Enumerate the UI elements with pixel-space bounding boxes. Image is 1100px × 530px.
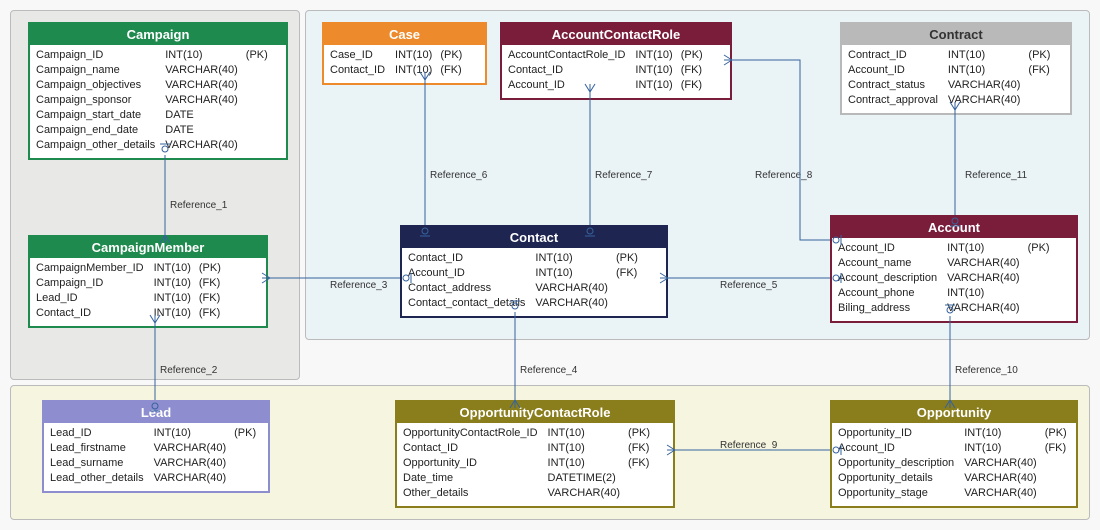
- ref-label-1: Reference_1: [170, 200, 227, 211]
- ref-label-2: Reference_2: [160, 365, 217, 376]
- entity-title: Case: [324, 24, 485, 45]
- entity-contract[interactable]: Contract Contract_IDAccount_IDContract_s…: [840, 22, 1072, 115]
- ref-label-5: Reference_5: [720, 280, 777, 291]
- entity-campaign[interactable]: Campaign Campaign_IDCampaign_nameCampaig…: [28, 22, 288, 160]
- entity-fields: Account_IDAccount_nameAccount_descriptio…: [832, 238, 1076, 321]
- entity-accountcontactrole[interactable]: AccountContactRole AccountContactRole_ID…: [500, 22, 732, 100]
- ref-label-6: Reference_6: [430, 170, 487, 181]
- entity-opportunitycontactrole[interactable]: OpportunityContactRole OpportunityContac…: [395, 400, 675, 508]
- entity-account[interactable]: Account Account_IDAccount_nameAccount_de…: [830, 215, 1078, 323]
- entity-title: CampaignMember: [30, 237, 266, 258]
- entity-contact[interactable]: Contact Contact_IDAccount_IDContact_addr…: [400, 225, 668, 318]
- entity-title: OpportunityContactRole: [397, 402, 673, 423]
- ref-label-3: Reference_3: [330, 280, 387, 291]
- entity-fields: Opportunity_IDAccount_IDOpportunity_desc…: [832, 423, 1076, 506]
- ref-label-7: Reference_7: [595, 170, 652, 181]
- entity-fields: CampaignMember_IDCampaign_IDLead_IDConta…: [30, 258, 266, 326]
- entity-campaignmember[interactable]: CampaignMember CampaignMember_IDCampaign…: [28, 235, 268, 328]
- entity-fields: Contact_IDAccount_IDContact_addressConta…: [402, 248, 666, 316]
- entity-title: AccountContactRole: [502, 24, 730, 45]
- ref-label-8: Reference_8: [755, 170, 812, 181]
- entity-fields: Case_IDContact_IDINT(10)INT(10)(PK)(FK): [324, 45, 485, 83]
- entity-fields: Contract_IDAccount_IDContract_statusCont…: [842, 45, 1070, 113]
- entity-fields: Campaign_IDCampaign_nameCampaign_objecti…: [30, 45, 286, 158]
- entity-title: Lead: [44, 402, 268, 423]
- entity-title: Opportunity: [832, 402, 1076, 423]
- ref-label-4: Reference_4: [520, 365, 577, 376]
- entity-title: Account: [832, 217, 1076, 238]
- entity-title: Contact: [402, 227, 666, 248]
- entity-opportunity[interactable]: Opportunity Opportunity_IDAccount_IDOppo…: [830, 400, 1078, 508]
- entity-fields: OpportunityContactRole_IDContact_IDOppor…: [397, 423, 673, 506]
- entity-title: Contract: [842, 24, 1070, 45]
- entity-title: Campaign: [30, 24, 286, 45]
- entity-fields: AccountContactRole_IDContact_IDAccount_I…: [502, 45, 730, 98]
- ref-label-9: Reference_9: [720, 440, 777, 451]
- ref-label-10: Reference_10: [955, 365, 1018, 376]
- entity-case[interactable]: Case Case_IDContact_IDINT(10)INT(10)(PK)…: [322, 22, 487, 85]
- entity-lead[interactable]: Lead Lead_IDLead_firstnameLead_surnameLe…: [42, 400, 270, 493]
- entity-fields: Lead_IDLead_firstnameLead_surnameLead_ot…: [44, 423, 268, 491]
- ref-label-11: Reference_11: [965, 170, 1027, 181]
